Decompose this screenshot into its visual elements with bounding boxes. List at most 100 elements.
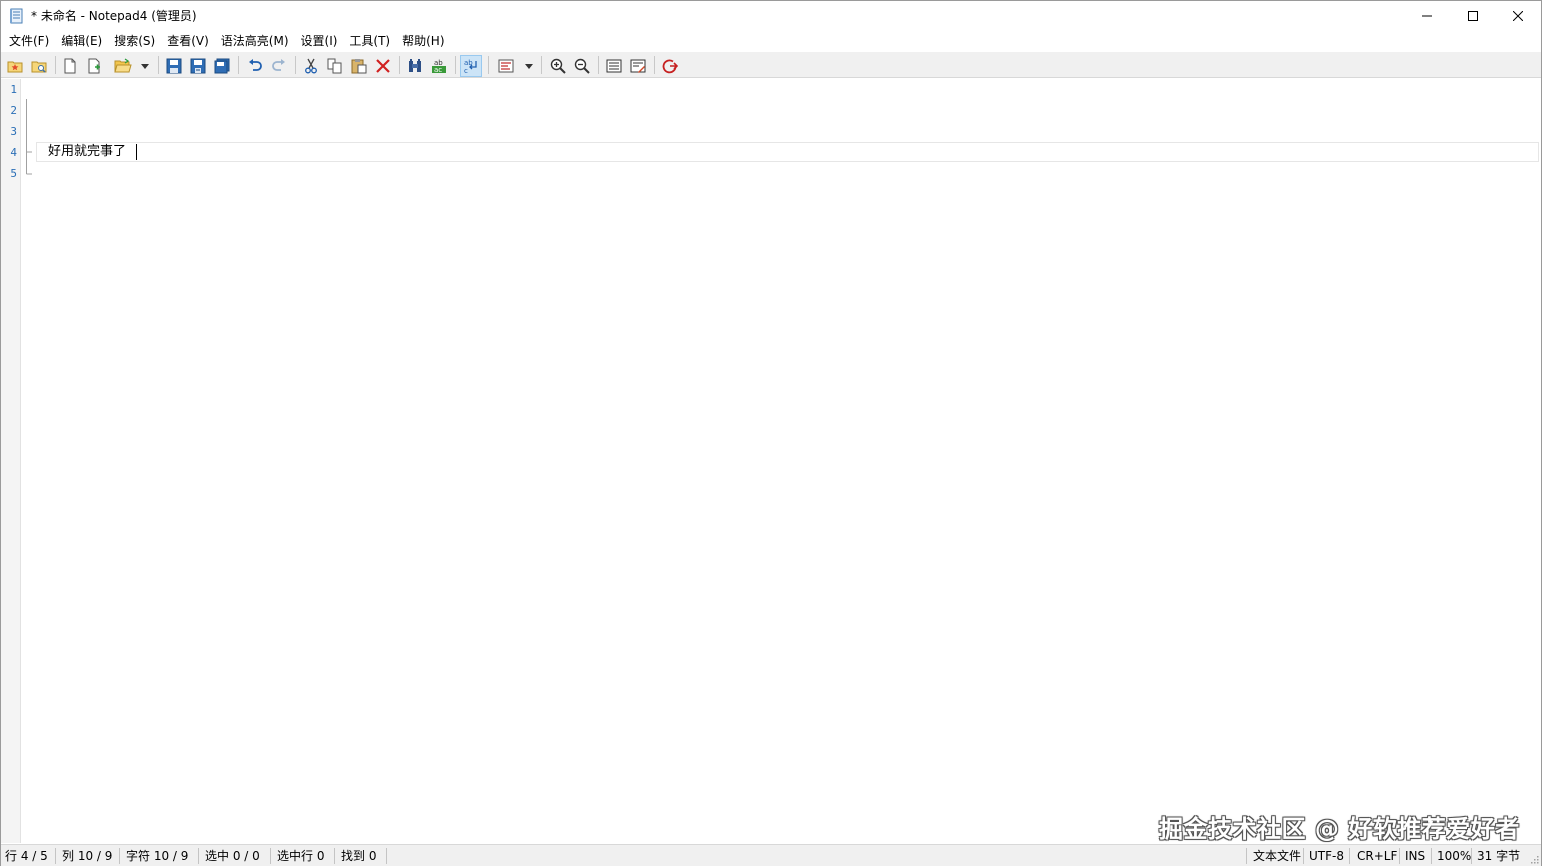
status-divider	[1246, 848, 1247, 864]
status-encoding[interactable]: UTF-8	[1306, 845, 1344, 866]
status-file-type[interactable]: 文本文件	[1250, 845, 1301, 866]
toolbar-separator	[55, 56, 56, 74]
status-found[interactable]: 找到 0	[338, 845, 376, 866]
fold-marker-icon	[26, 99, 32, 175]
zoom-out-icon	[574, 58, 590, 74]
status-divider	[119, 848, 120, 864]
status-bar: 行 4 / 5 列 10 / 9 字符 10 / 9 选中 0 / 0 选中行 …	[1, 844, 1541, 866]
menu-settings[interactable]: 设置(I)	[295, 31, 344, 51]
line-number: 1	[10, 83, 17, 96]
toolbar-separator	[488, 56, 489, 74]
select-all-button[interactable]	[603, 55, 625, 77]
menu-search[interactable]: 搜索(S)	[108, 31, 161, 51]
new-window-icon	[88, 58, 100, 74]
line-number: 3	[10, 125, 17, 138]
minimize-button[interactable]	[1404, 1, 1450, 31]
scheme-button[interactable]	[495, 55, 517, 77]
menu-bar: 文件(F) 编辑(E) 搜索(S) 查看(V) 语法高亮(M) 设置(I) 工具…	[1, 31, 1541, 51]
new-window-button[interactable]	[83, 55, 105, 77]
menu-edit[interactable]: 编辑(E)	[55, 31, 108, 51]
save-icon	[166, 58, 182, 74]
menu-help[interactable]: 帮助(H)	[396, 31, 450, 51]
save-copy-button[interactable]	[211, 55, 233, 77]
toolbar-separator	[158, 56, 159, 74]
status-divider	[386, 848, 387, 864]
status-selected-lines[interactable]: 选中行 0	[274, 845, 324, 866]
fold-margin[interactable]	[22, 79, 36, 843]
browse-button[interactable]	[28, 55, 50, 77]
menu-file[interactable]: 文件(F)	[3, 31, 55, 51]
cut-button[interactable]	[300, 55, 322, 77]
toolbar-separator	[541, 56, 542, 74]
delete-button[interactable]	[372, 55, 394, 77]
paste-icon	[351, 59, 367, 74]
maximize-button[interactable]	[1450, 1, 1496, 31]
replace-icon: abac	[432, 59, 446, 74]
maximize-icon	[1468, 11, 1478, 21]
status-line[interactable]: 行 4 / 5	[2, 845, 48, 866]
close-button[interactable]	[1495, 1, 1541, 31]
status-column[interactable]: 列 10 / 9	[59, 845, 112, 866]
save-button[interactable]	[163, 55, 185, 77]
open-dropdown[interactable]	[140, 55, 150, 77]
menu-syntax[interactable]: 语法高亮(M)	[215, 31, 295, 51]
status-divider	[334, 848, 335, 864]
replace-button[interactable]: ab ac	[428, 55, 450, 77]
code-line-4[interactable]: 好用就完事了	[48, 141, 126, 162]
favorites-button[interactable]	[4, 55, 26, 77]
svg-text:c: c	[464, 67, 468, 74]
line-number: 2	[10, 104, 17, 117]
select-all-icon	[606, 59, 622, 73]
toolbar-separator	[238, 56, 239, 74]
find-icon	[409, 59, 421, 72]
zoom-in-button[interactable]	[547, 55, 569, 77]
status-size[interactable]: 31 字节	[1474, 845, 1520, 866]
save-as-button[interactable]	[187, 55, 209, 77]
toolbar-separator	[399, 56, 400, 74]
undo-icon	[249, 59, 262, 71]
redo-button[interactable]	[268, 55, 290, 77]
zoom-out-button[interactable]	[571, 55, 593, 77]
delete-icon	[376, 59, 390, 73]
open-button[interactable]	[112, 55, 134, 77]
word-wrap-icon: abc	[464, 59, 477, 74]
menu-tools[interactable]: 工具(T)	[343, 31, 396, 51]
notepad-app-icon[interactable]	[9, 8, 25, 24]
status-divider	[1431, 848, 1432, 864]
chevron-down-icon	[141, 63, 149, 69]
open-file-icon	[114, 58, 132, 73]
title-bar[interactable]: * 未命名 - Notepad4 (管理员)	[1, 1, 1541, 31]
toolbar: ab ac ab c	[1, 52, 1541, 78]
editor-area[interactable]: 1 2 3 4 5 好用就完事了	[1, 79, 1541, 843]
status-ins-mode[interactable]: INS	[1402, 845, 1425, 866]
status-eol[interactable]: CR+LF	[1354, 845, 1397, 866]
menu-view[interactable]: 查看(V)	[161, 31, 215, 51]
paste-button[interactable]	[348, 55, 370, 77]
open-with-button[interactable]	[627, 55, 649, 77]
status-zoom[interactable]: 100%	[1434, 845, 1471, 866]
window-title: * 未命名 - Notepad4 (管理员)	[31, 9, 197, 23]
toolbar-separator	[295, 56, 296, 74]
chevron-down-icon	[525, 63, 533, 69]
redo-icon	[272, 59, 285, 71]
undo-button[interactable]	[244, 55, 266, 77]
zoom-in-icon	[550, 58, 566, 74]
resize-grip-icon[interactable]	[1529, 854, 1539, 864]
line-number-gutter[interactable]: 1 2 3 4 5	[1, 79, 21, 843]
word-wrap-button[interactable]: ab c	[460, 55, 482, 77]
copy-button[interactable]	[324, 55, 346, 77]
minimize-icon	[1422, 15, 1432, 17]
copy-icon	[327, 58, 342, 74]
status-divider	[1399, 848, 1400, 864]
status-divider	[1303, 848, 1304, 864]
open-folder-view-icon	[31, 61, 47, 73]
save-as-icon	[190, 58, 206, 74]
cut-icon	[305, 58, 317, 74]
status-char[interactable]: 字符 10 / 9	[123, 845, 188, 866]
status-divider	[198, 848, 199, 864]
find-button[interactable]	[404, 55, 426, 77]
exit-button[interactable]	[659, 55, 681, 77]
scheme-dropdown[interactable]	[524, 55, 534, 77]
status-selected[interactable]: 选中 0 / 0	[202, 845, 260, 866]
new-button[interactable]	[59, 55, 81, 77]
